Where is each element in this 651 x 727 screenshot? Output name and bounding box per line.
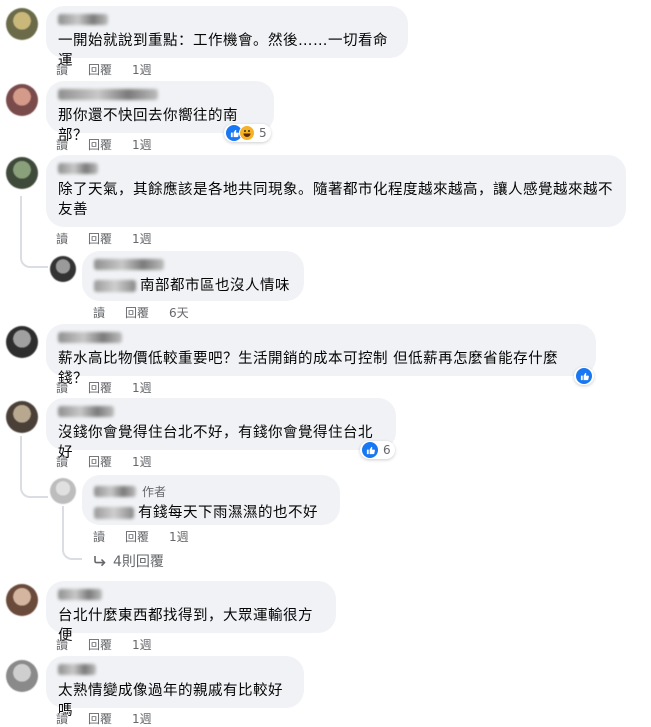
avatar[interactable] [6,660,38,692]
thread-curve [20,236,48,268]
commenter-name-blurred[interactable] [58,163,98,174]
comment-bubble: 一開始就說到重點：工作機會。然後……一切看命運 [46,6,408,69]
comment-bubble: 沒錢你會覺得住台北不好，有錢你會覺得住台北好 [46,398,396,461]
comment-text: 除了天氣，其餘應該是各地共同現象。隨著都市化程度越來越高，讓人感覺越來越不 友善 [58,182,613,218]
avatar[interactable] [6,157,38,189]
commenter-name-blurred[interactable] [58,14,108,25]
comment-time[interactable]: 6天 [169,304,189,321]
reply-link[interactable]: 回覆 [88,61,112,78]
comment-bubble: 台北什麼東西都找得到，大眾運輸很方便 [46,581,336,644]
commenter-name-blurred[interactable] [94,486,136,497]
mention-blurred[interactable] [94,280,136,292]
avatar[interactable] [6,326,38,358]
commenter-name-blurred[interactable] [94,259,164,270]
reply-link[interactable]: 回覆 [88,230,112,247]
comment-time[interactable]: 1週 [132,136,152,153]
reply-text: 南部都市區也沒人情味 [140,278,290,294]
reply-bubble: 作者 有錢每天下雨濕濕的也不好 [82,475,340,525]
comment-actions: 讀 回覆 1週 [56,379,172,396]
read-link[interactable]: 讀 [56,230,68,247]
reply-link[interactable]: 回覆 [125,304,149,321]
reaction-summary[interactable] [574,367,594,385]
read-link[interactable]: 讀 [56,636,68,653]
read-link[interactable]: 讀 [56,710,68,727]
like-reaction-icon [576,368,592,384]
comment-bubble: 太熟情變成像過年的親戚有比較好嗎 [46,656,304,719]
avatar[interactable] [6,84,38,116]
comment-actions: 讀 回覆 1週 [56,230,172,247]
thread-line [20,436,22,470]
comment-actions: 讀 回覆 1週 [56,636,172,653]
comment-time[interactable]: 1週 [132,710,152,727]
comment-bubble: 薪水高比物價低較重要吧？生活開銷的成本可控制 但低薪再怎麼省能存什麼錢？ [46,324,596,387]
comment-actions: 讀 回覆 1週 [56,710,172,727]
more-replies-label: 4則回覆 [113,554,164,570]
reply-text: 有錢每天下雨濕濕的也不好 [138,505,318,521]
read-link[interactable]: 讀 [56,379,68,396]
avatar[interactable] [6,8,38,40]
author-badge: 作者 [142,485,167,499]
read-link[interactable]: 讀 [93,528,105,545]
reply-link[interactable]: 回覆 [88,636,112,653]
reply-link[interactable]: 回覆 [88,136,112,153]
comment-actions: 讀 回覆 6天 [93,304,209,321]
comment-time[interactable]: 1週 [132,636,152,653]
mention-blurred[interactable] [94,507,134,519]
avatar[interactable] [50,256,76,282]
comment-time[interactable]: 1週 [132,230,152,247]
commenter-name-blurred[interactable] [58,89,158,100]
thread-curve [62,506,82,560]
comment-time[interactable]: 1週 [132,453,152,470]
comment-actions: 讀 回覆 1週 [93,528,209,545]
comment-actions: 讀 回覆 1週 [56,453,172,470]
reaction-summary[interactable]: 6 [360,441,395,459]
view-more-replies[interactable]: 4則回覆 [93,551,164,571]
thread-line [20,196,22,240]
comment-time[interactable]: 1週 [132,379,152,396]
commenter-name-blurred[interactable] [58,406,114,417]
commenter-name-blurred[interactable] [58,589,102,600]
reaction-count: 5 [259,126,267,140]
read-link[interactable]: 讀 [56,453,68,470]
commenter-name-blurred[interactable] [58,664,96,675]
comment-actions: 讀 回覆 1週 [56,136,172,153]
comment-actions: 讀 回覆 1週 [56,61,172,78]
reply-link[interactable]: 回覆 [88,379,112,396]
commenter-name-blurred[interactable] [58,332,122,343]
avatar[interactable] [6,401,38,433]
like-reaction-icon [362,442,378,458]
reaction-summary[interactable]: 5 [224,124,271,142]
reply-link[interactable]: 回覆 [88,710,112,727]
reply-bubble: 南部都市區也沒人情味 [82,251,304,301]
comment-bubble: 除了天氣，其餘應該是各地共同現象。隨著都市化程度越來越高，讓人感覺越來越不 友善 [46,155,626,227]
read-link[interactable]: 讀 [56,61,68,78]
reply-link[interactable]: 回覆 [125,528,149,545]
comment-time[interactable]: 1週 [132,61,152,78]
reaction-count: 6 [383,443,391,457]
avatar[interactable] [50,478,76,504]
comment-time[interactable]: 1週 [169,528,189,545]
thread-curve [20,466,48,498]
avatar[interactable] [6,584,38,616]
read-link[interactable]: 讀 [93,304,105,321]
reply-arrow-icon [94,556,106,567]
read-link[interactable]: 讀 [56,136,68,153]
reply-link[interactable]: 回覆 [88,453,112,470]
haha-reaction-icon [239,125,255,141]
